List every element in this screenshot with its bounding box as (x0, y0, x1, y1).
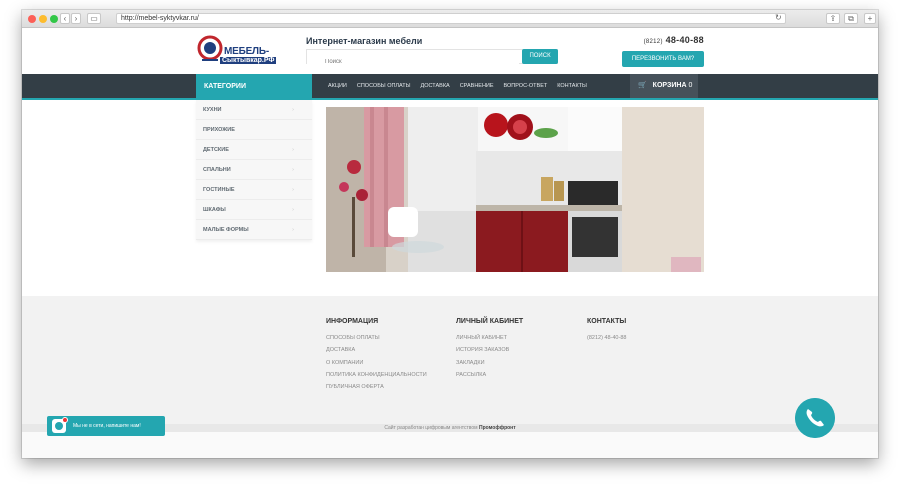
sidebar-toggle-icon[interactable]: ▭ (87, 13, 101, 24)
chevron-right-icon: › (292, 147, 294, 153)
chevron-right-icon: › (292, 207, 294, 213)
footer-link-privacy[interactable]: ПОЛИТИКА КОНФИДЕНЦИАЛЬНОСТИ (326, 372, 427, 378)
main-navbar: КАТЕГОРИИ АКЦИИ СПОСОБЫ ОПЛАТЫ ДОСТАВКА … (22, 74, 878, 100)
chevron-right-icon: › (292, 187, 294, 193)
address-bar[interactable]: http://mebel-syktyvkar.ru/ (116, 13, 786, 24)
footer-link-orders[interactable]: ИСТОРИЯ ЗАКАЗОВ (456, 347, 523, 353)
menu-item-contacts[interactable]: КОНТАКТЫ (557, 74, 587, 98)
chat-widget-label: Мы не в сети, напишите нам! (73, 423, 141, 429)
close-window-button[interactable] (28, 15, 36, 23)
site-footer: ИНФОРМАЦИЯ СПОСОБЫ ОПЛАТЫ ДОСТАВКА О КОМ… (22, 296, 878, 432)
site-title: Интернет-магазин мебели (306, 36, 423, 46)
footer-contacts-column: КОНТАКТЫ (8212) 48-40-88 (587, 318, 626, 347)
sidebar-item-small-forms[interactable]: МАЛЫЕ ФОРМЫ › (196, 220, 312, 240)
sidebar-item-label: КУХНИ (203, 107, 222, 113)
cart-count: 0 (688, 82, 693, 89)
footer-contacts-title: КОНТАКТЫ (587, 318, 627, 325)
sidebar-item-label: ДЕТСКИЕ (203, 147, 229, 153)
site-header: МЕБЕЛЬ- Сыктывкар.РФ Интернет-магазин ме… (22, 28, 878, 74)
footer-account-title: ЛИЧНЫЙ КАБИНЕТ (456, 318, 524, 325)
share-icon[interactable]: ⇪ (826, 13, 840, 24)
menu-item-sales[interactable]: АКЦИИ (328, 74, 347, 98)
category-sidebar: КУХНИ › ПРИХОЖИЕ ДЕТСКИЕ › СПАЛЬНИ › ГОСТИН… (196, 100, 312, 240)
sidebar-item-label: ГОСТИНЫЕ (203, 187, 235, 193)
sidebar-item-label: ПРИХОЖИЕ (203, 127, 235, 133)
chevron-right-icon: › (292, 167, 294, 173)
footer-account-column: ЛИЧНЫЙ КАБИНЕТ ЛИЧНЫЙ КАБИНЕТ ИСТОРИЯ ЗА… (456, 318, 523, 384)
cart-icon: 🛒 (638, 82, 647, 89)
cart-label: КОРЗИНА (652, 82, 687, 89)
footer-link-offer[interactable]: ПУБЛИЧНАЯ ОФЕРТА (326, 384, 427, 390)
browser-toolbar: ‹ › ▭ http://mebel-syktyvkar.ru/ ↻ ⇪ ⧉ + (22, 10, 878, 28)
chevron-left-icon[interactable]: ‹ (60, 13, 70, 24)
sidebar-item-label: МАЛЫЕ ФОРМЫ (203, 227, 249, 233)
top-menu: АКЦИИ СПОСОБЫ ОПЛАТЫ ДОСТАВКА СРАВНЕНИЕ … (328, 74, 587, 98)
footer-link-delivery[interactable]: ДОСТАВКА (326, 347, 427, 353)
categories-tab[interactable]: КАТЕГОРИИ (196, 74, 312, 100)
footer-info-title: ИНФОРМАЦИЯ (326, 318, 379, 325)
main-content: КУХНИ › ПРИХОЖИЕ ДЕТСКИЕ › СПАЛЬНИ › ГОСТИН… (22, 100, 878, 300)
menu-item-compare[interactable]: СРАВНЕНИЕ (460, 74, 494, 98)
cart-button[interactable]: 🛒 КОРЗИНА 0 (630, 74, 698, 98)
footer-info-column: ИНФОРМАЦИЯ СПОСОБЫ ОПЛАТЫ ДОСТАВКА О КОМ… (326, 318, 427, 396)
logo-text: МЕБЕЛЬ- (224, 46, 269, 57)
search-button[interactable]: ПОИСК (522, 49, 558, 64)
sidebar-item-kitchens[interactable]: КУХНИ › (196, 100, 312, 120)
footer-contacts-phone[interactable]: (8212) 48-40-88 (587, 335, 626, 341)
footer-credit-text: Сайт разработан цифровым агентством (384, 425, 478, 431)
minimize-window-button[interactable] (39, 15, 47, 23)
logo-subtext: Сыктывкар.РФ (220, 57, 277, 64)
tabs-icon[interactable]: ⧉ (844, 13, 858, 24)
call-button[interactable] (795, 398, 835, 438)
chevron-right-icon[interactable]: › (71, 13, 81, 24)
footer-link-about[interactable]: О КОМПАНИИ (326, 360, 427, 366)
notification-badge (62, 417, 68, 423)
phone-number: 48-40-88 (665, 35, 704, 45)
reload-icon[interactable]: ↻ (775, 13, 782, 22)
search-box: ПОИСК (306, 49, 558, 69)
chevron-right-icon: › (292, 227, 294, 233)
search-input[interactable] (307, 55, 519, 69)
sidebar-item-label: ШКАФЫ (203, 207, 226, 213)
footer-link-newsletter[interactable]: РАССЫЛКА (456, 372, 523, 378)
sidebar-item-living[interactable]: ГОСТИНЫЕ › (196, 180, 312, 200)
header-phone[interactable]: (8212) 48-40-88 (644, 35, 704, 45)
browser-window: ‹ › ▭ http://mebel-syktyvkar.ru/ ↻ ⇪ ⧉ +… (22, 10, 878, 458)
sidebar-item-label: СПАЛЬНИ (203, 167, 231, 173)
footer-link-bookmarks[interactable]: ЗАКЛАДКИ (456, 360, 523, 366)
menu-item-faq[interactable]: ВОПРОС-ОТВЕТ (504, 74, 548, 98)
footer-link-account[interactable]: ЛИЧНЫЙ КАБИНЕТ (456, 335, 523, 341)
new-tab-icon[interactable]: + (864, 13, 876, 24)
chevron-right-icon: › (292, 107, 294, 113)
footer-credit-agency[interactable]: Промоффронт (479, 425, 516, 431)
sidebar-item-wardrobes[interactable]: ШКАФЫ › (196, 200, 312, 220)
menu-item-delivery[interactable]: ДОСТАВКА (421, 74, 450, 98)
menu-item-payment[interactable]: СПОСОБЫ ОПЛАТЫ (357, 74, 411, 98)
callback-button[interactable]: ПЕРЕЗВОНИТЬ ВАМ? (622, 51, 704, 67)
sidebar-item-kids[interactable]: ДЕТСКИЕ › (196, 140, 312, 160)
chat-widget-button[interactable]: Мы не в сети, напишите нам! (47, 416, 165, 436)
footer-link-payment[interactable]: СПОСОБЫ ОПЛАТЫ (326, 335, 427, 341)
phone-code: (8212) (643, 39, 663, 45)
maximize-window-button[interactable] (50, 15, 58, 23)
sidebar-item-hallways[interactable]: ПРИХОЖИЕ (196, 120, 312, 140)
sidebar-item-bedrooms[interactable]: СПАЛЬНИ › (196, 160, 312, 180)
kitchen-banner-image[interactable] (326, 107, 704, 272)
